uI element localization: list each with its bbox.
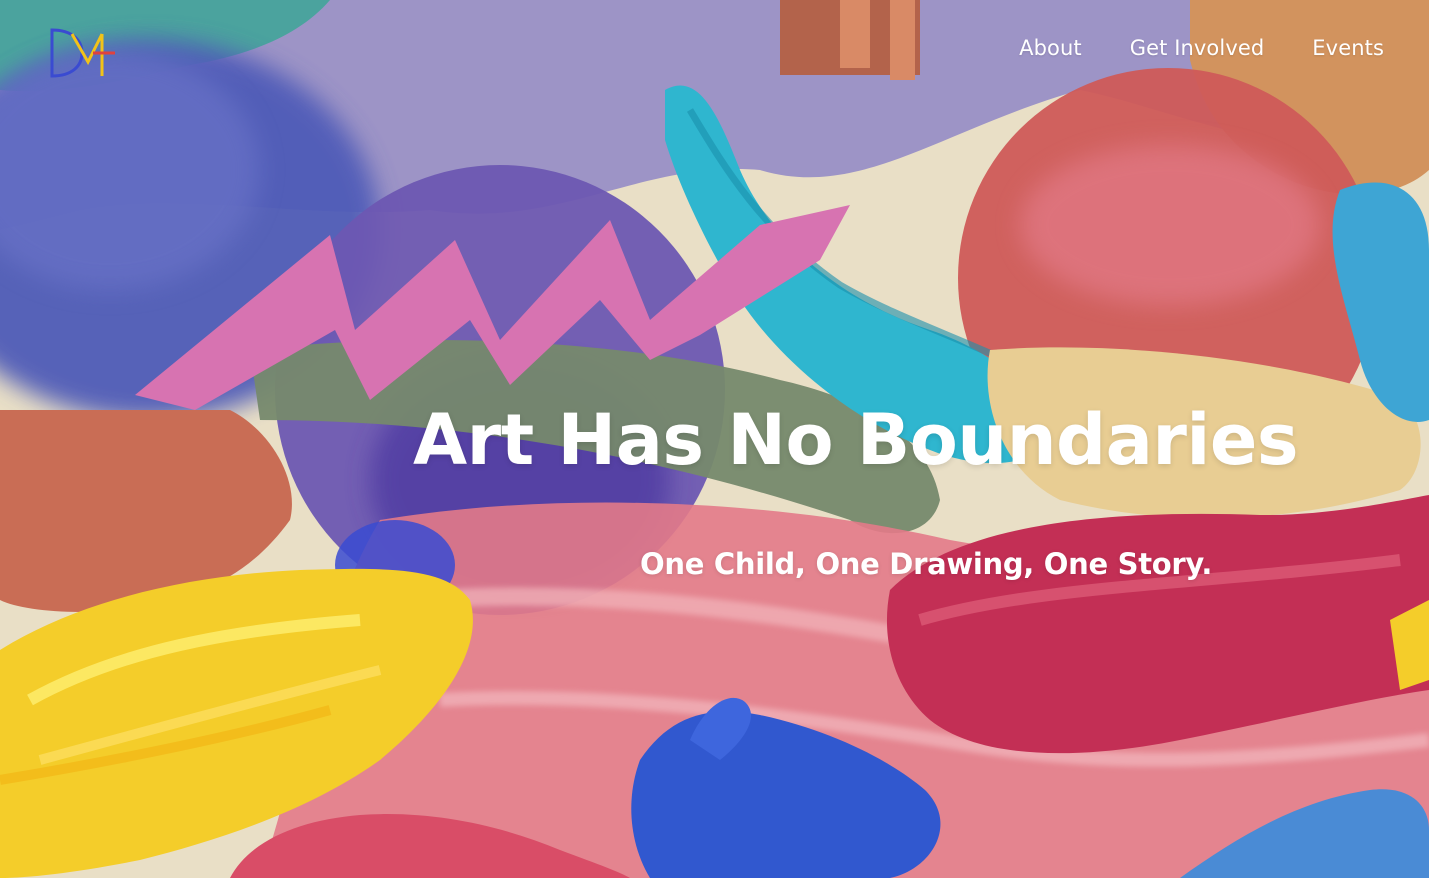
- logo-icon[interactable]: [48, 26, 116, 80]
- nav-link-get-involved[interactable]: Get Involved: [1130, 33, 1265, 63]
- hero-tagline: One Child, One Drawing, One Story.: [640, 547, 1213, 581]
- hero-headline: Art Has No Boundaries: [413, 399, 1299, 481]
- hero-section: About Get Involved Events Art Has No Bou…: [0, 0, 1429, 878]
- nav-link-events[interactable]: Events: [1312, 33, 1384, 63]
- nav-link-about[interactable]: About: [1019, 33, 1082, 63]
- main-nav: About Get Involved Events: [1019, 33, 1384, 63]
